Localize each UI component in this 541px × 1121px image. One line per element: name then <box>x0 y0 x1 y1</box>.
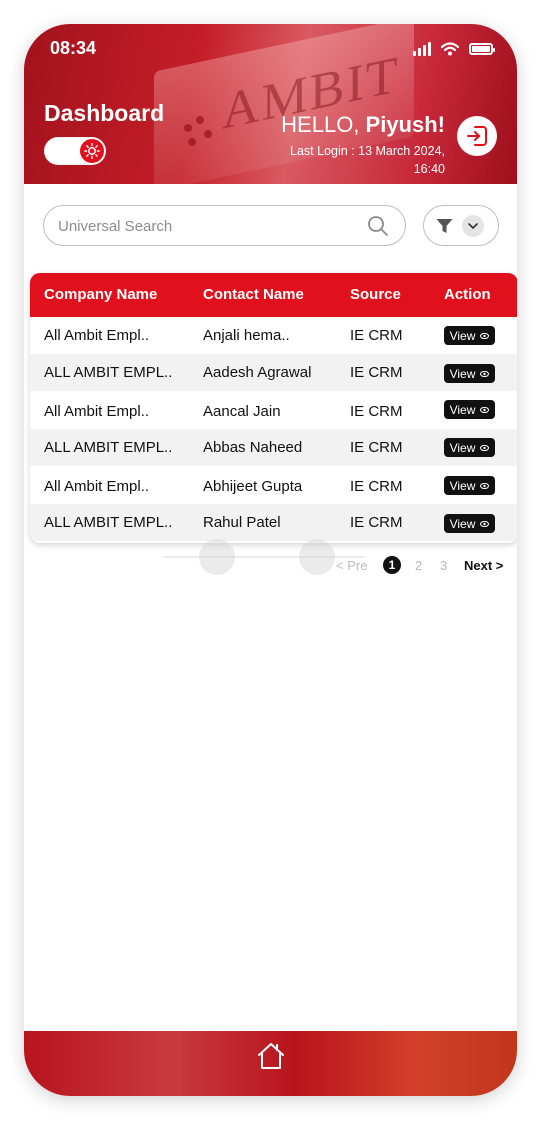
view-button[interactable]: View <box>444 476 495 495</box>
user-name: Piyush! <box>365 112 445 137</box>
company-cell: ALL AMBIT EMPL.. <box>44 364 173 381</box>
eye-icon <box>480 482 490 489</box>
view-label: View <box>449 328 476 343</box>
table-header: Company Name Contact Name Source Action <box>30 273 517 317</box>
company-cell: All Ambit Empl.. <box>44 478 150 495</box>
source-cell: IE CRM <box>350 327 403 344</box>
page-title: Dashboard <box>44 100 165 126</box>
view-button[interactable]: View <box>444 326 495 345</box>
table-row: All Ambit Empl.. Anjali hema.. IE CRM Vi… <box>30 317 517 354</box>
theme-toggle[interactable] <box>44 137 106 165</box>
source-cell: IE CRM <box>350 439 403 456</box>
table-row: All Ambit Empl.. Aancal Jain IE CRM View <box>30 393 517 430</box>
logout-icon <box>467 126 487 146</box>
prev-page-button[interactable]: < Pre <box>336 558 367 573</box>
signal-icon <box>413 42 431 56</box>
view-button[interactable]: View <box>444 438 495 457</box>
source-cell: IE CRM <box>350 514 403 531</box>
column-header-contact: Contact Name <box>203 286 304 303</box>
home-icon[interactable] <box>256 1041 286 1071</box>
column-header-source: Source <box>350 286 401 303</box>
contact-cell: Abbas Naheed <box>203 439 303 456</box>
page-1-button[interactable]: 1 <box>383 556 401 574</box>
table-row: ALL AMBIT EMPL.. Aadesh Agrawal IE CRM V… <box>30 354 517 391</box>
page-2-button[interactable]: 2 <box>415 558 422 573</box>
company-cell: ALL AMBIT EMPL.. <box>44 439 173 456</box>
greeting-prefix: HELLO, <box>281 112 366 137</box>
column-header-company: Company Name <box>44 286 158 303</box>
pagination: < Pre 1 2 3 Next > <box>336 556 511 574</box>
view-label: View <box>449 402 476 417</box>
next-page-button[interactable]: Next > <box>464 558 503 573</box>
chevron-down-icon <box>462 215 484 237</box>
background-decoration <box>299 539 335 575</box>
contact-cell: Aancal Jain <box>203 403 281 420</box>
source-cell: IE CRM <box>350 403 403 420</box>
eye-icon <box>480 370 490 377</box>
company-cell: ALL AMBIT EMPL.. <box>44 514 173 531</box>
table-row: ALL AMBIT EMPL.. Abbas Naheed IE CRM Vie… <box>30 429 517 466</box>
search-input[interactable] <box>58 216 348 236</box>
page-3-button[interactable]: 3 <box>440 558 447 573</box>
contact-cell: Rahul Patel <box>203 514 281 531</box>
search-bar <box>43 205 406 246</box>
contacts-table: Company Name Contact Name Source Action … <box>30 273 517 543</box>
view-button[interactable]: View <box>444 400 495 419</box>
contact-cell: Aadesh Agrawal <box>203 364 312 381</box>
company-cell: All Ambit Empl.. <box>44 327 150 344</box>
contact-cell: Anjali hema.. <box>203 327 290 344</box>
status-icons <box>413 42 495 56</box>
eye-icon <box>480 406 490 413</box>
eye-icon <box>480 444 490 451</box>
table-row: ALL AMBIT EMPL.. Rahul Patel IE CRM View <box>30 504 517 541</box>
column-header-action: Action <box>444 286 491 303</box>
status-time: 08:34 <box>50 38 97 58</box>
view-label: View <box>449 478 476 493</box>
search-icon[interactable] <box>367 215 389 237</box>
contact-cell: Abhijeet Gupta <box>203 478 303 495</box>
view-label: View <box>449 440 476 455</box>
wifi-icon <box>441 42 459 56</box>
table-row: All Ambit Empl.. Abhijeet Gupta IE CRM V… <box>30 468 517 505</box>
background-decoration <box>199 539 235 575</box>
filter-icon <box>436 219 453 233</box>
source-cell: IE CRM <box>350 478 403 495</box>
view-label: View <box>449 516 476 531</box>
battery-icon <box>469 43 495 55</box>
greeting: HELLO, Piyush! <box>281 112 445 138</box>
logout-button[interactable] <box>457 116 497 156</box>
view-button[interactable]: View <box>444 514 495 533</box>
eye-icon <box>480 520 490 527</box>
view-button[interactable]: View <box>444 364 495 383</box>
sun-icon <box>80 139 104 163</box>
filter-button[interactable] <box>423 205 499 246</box>
phone-frame: AMBIT 08:34 Dashboard HELLO, Piyush! Las… <box>24 24 517 1096</box>
header: AMBIT 08:34 Dashboard HELLO, Piyush! Las… <box>24 24 517 184</box>
company-cell: All Ambit Empl.. <box>44 403 150 420</box>
view-label: View <box>449 366 476 381</box>
last-login: Last Login : 13 March 2024, 16:40 <box>290 144 445 176</box>
bottom-nav <box>24 1031 517 1096</box>
eye-icon <box>480 332 490 339</box>
source-cell: IE CRM <box>350 364 403 381</box>
